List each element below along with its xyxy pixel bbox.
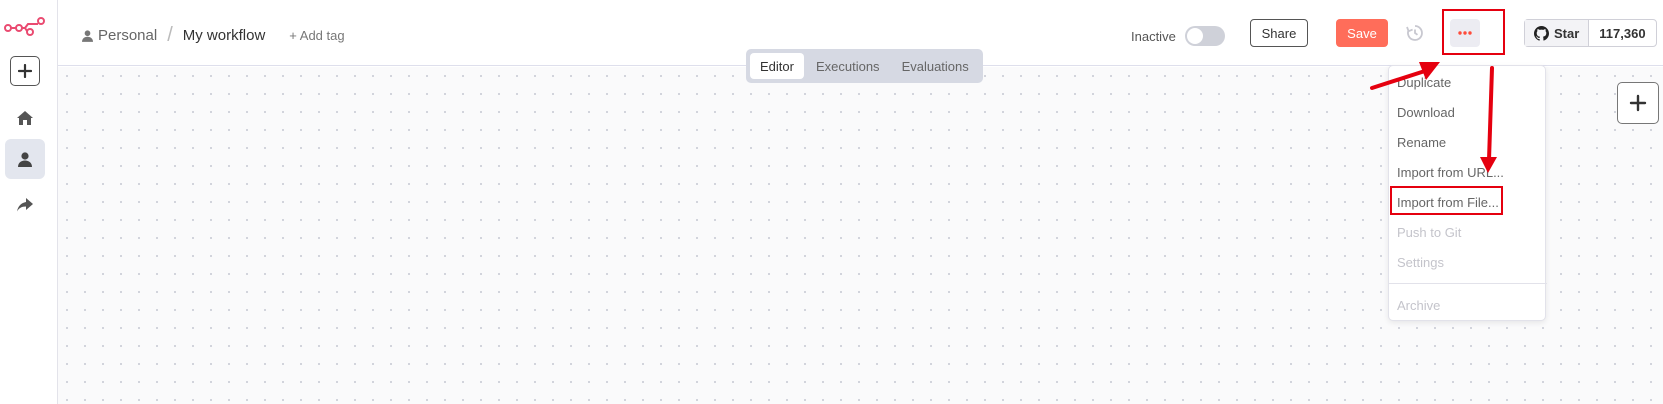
annotation-arrow-to-more-button bbox=[1370, 62, 1440, 90]
annotation-arrows bbox=[1370, 62, 1497, 173]
annotation-arrow-to-import-file bbox=[1480, 66, 1497, 173]
